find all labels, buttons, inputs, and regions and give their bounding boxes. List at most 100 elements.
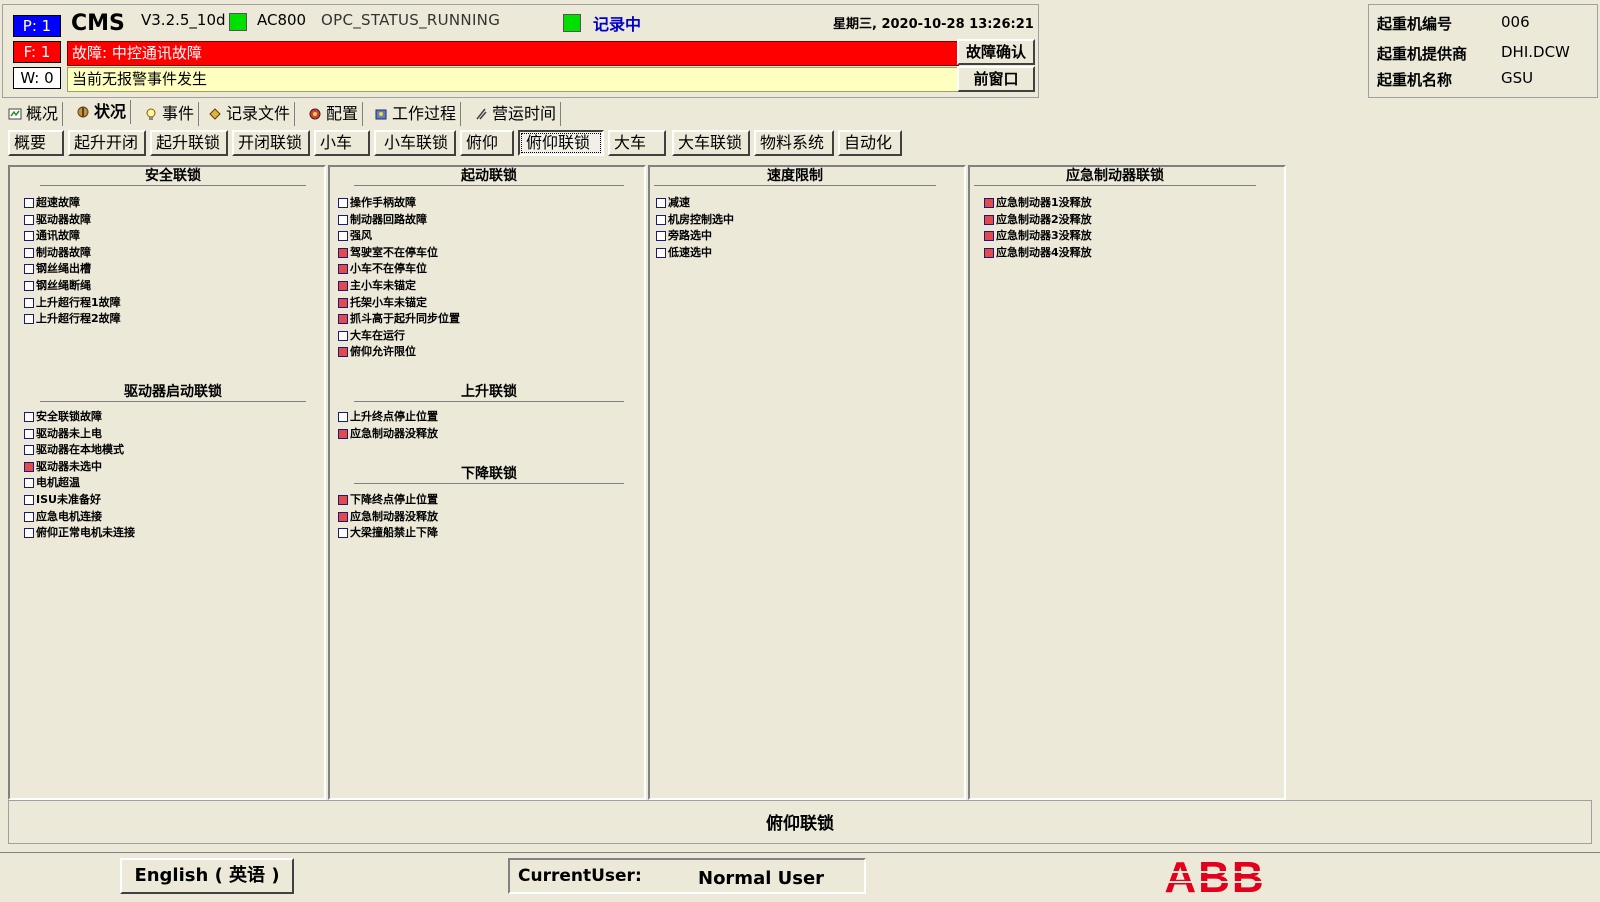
svg-text:ABB: ABB xyxy=(1164,853,1265,898)
crane-number-label: 起重机编号 xyxy=(1377,15,1453,33)
tab-work-process[interactable]: 工作过程 xyxy=(370,102,462,126)
tab-overview[interactable]: 概况 xyxy=(4,102,64,126)
subtab-hoist-open-close[interactable]: 起升开闭 xyxy=(68,130,146,156)
subtab-automation[interactable]: 自动化 xyxy=(838,130,902,156)
recording-status-light xyxy=(563,14,581,32)
tab-overview-label: 概况 xyxy=(26,104,59,123)
interlock-item-label: 上升超行程2故障 xyxy=(36,312,121,326)
interlock-active-indicator xyxy=(338,281,348,291)
interlock-inactive-indicator xyxy=(24,247,34,258)
interlock-item: 应急制动器没释放 xyxy=(338,426,438,442)
interlock-item-label: 应急制动器2没释放 xyxy=(996,212,1092,226)
interlock-item-label: 上升超行程1故障 xyxy=(36,295,121,309)
interlock-item-label: 抓斗高于起升同步位置 xyxy=(350,312,460,326)
section-title-speed: 速度限制 xyxy=(654,167,936,186)
interlock-item-label: 强风 xyxy=(350,229,372,243)
section-title-safety: 安全联锁 xyxy=(40,167,306,186)
status-header: P: 1 F: 1 W: 0 CMS V3.2.5_10d AC800 OPC_… xyxy=(2,4,1039,98)
interlock-item-label: 托架小车未锚定 xyxy=(350,295,427,309)
tab-operation-time[interactable]: 营运时间 xyxy=(470,102,562,126)
subtab-trolley[interactable]: 小车 xyxy=(314,130,370,156)
tab-event[interactable]: 事件 xyxy=(140,102,200,126)
interlock-active-indicator xyxy=(24,461,34,472)
interlock-inactive-indicator xyxy=(24,214,34,225)
connection-status-light xyxy=(229,13,247,31)
overview-icon xyxy=(8,108,22,120)
interlock-active-indicator xyxy=(984,214,994,225)
interlock-active-indicator xyxy=(338,247,348,258)
interlock-active-indicator xyxy=(338,297,348,308)
subtab-boom[interactable]: 俯仰 xyxy=(460,130,514,156)
interlock-item: 俯仰允许限位 xyxy=(338,344,416,360)
subtab-gantry-interlock[interactable]: 大车联锁 xyxy=(672,130,750,156)
interlock-item: 机房控制选中 xyxy=(656,212,734,228)
p-indicator: P: 1 xyxy=(13,15,61,37)
interlock-inactive-indicator xyxy=(338,214,348,225)
interlock-inactive-indicator xyxy=(656,214,666,225)
config-icon xyxy=(309,108,321,120)
current-user-label: CurrentUser: xyxy=(518,866,642,886)
subtab-trolley-interlock[interactable]: 小车联锁 xyxy=(374,130,456,156)
interlock-item-label: 驱动器未上电 xyxy=(36,426,102,440)
status-line-text: 俯仰联锁 xyxy=(766,814,834,834)
event-bulb-icon xyxy=(146,108,156,120)
section-title-raise: 上升联锁 xyxy=(354,383,624,402)
interlock-inactive-indicator xyxy=(24,428,34,439)
tab-status-label: 状况 xyxy=(94,102,127,121)
interlock-inactive-indicator xyxy=(338,528,348,539)
interlock-item-label: ISU未准备好 xyxy=(36,493,101,506)
interlock-active-indicator xyxy=(984,198,994,208)
tab-record-file-label: 记录文件 xyxy=(226,104,291,123)
version-label: V3.2.5_10d xyxy=(141,11,226,29)
interlock-item-label: 通讯故障 xyxy=(36,229,80,243)
current-user-box: CurrentUser: Normal User xyxy=(508,858,866,894)
subtab-material-system[interactable]: 物料系统 xyxy=(754,130,834,156)
subtab-hoist-interlock[interactable]: 起升联锁 xyxy=(150,130,228,156)
interlock-item-label: 应急制动器1没释放 xyxy=(996,196,1092,209)
front-window-button[interactable]: 前窗口 xyxy=(957,66,1035,92)
subtab-open-close-interlock[interactable]: 开闭联锁 xyxy=(232,130,310,156)
interlock-item-label: 大梁撞船禁止下降 xyxy=(350,526,438,540)
interlock-item-label: 应急电机连接 xyxy=(36,509,102,523)
tab-config[interactable]: 配置 xyxy=(304,102,364,126)
interlock-inactive-indicator xyxy=(24,495,34,505)
section-title-drive-start: 驱动器启动联锁 xyxy=(40,383,306,402)
subtab-summary[interactable]: 概要 xyxy=(8,130,64,156)
interlock-inactive-indicator xyxy=(338,330,348,341)
interlock-active-indicator xyxy=(984,231,994,242)
interlock-item: 俯仰正常电机未连接 xyxy=(24,525,135,541)
subtab-gantry[interactable]: 大车 xyxy=(608,130,666,156)
tab-record-file[interactable]: 记录文件 xyxy=(204,102,296,126)
interlock-item-label: 俯仰允许限位 xyxy=(350,345,416,359)
language-button[interactable]: English ( 英语 ) xyxy=(120,858,294,894)
interlock-item: 上升超行程2故障 xyxy=(24,311,121,327)
interlock-item: 小车不在停车位 xyxy=(338,261,427,277)
interlock-item-label: 安全联锁故障 xyxy=(36,410,102,423)
interlock-item: 安全联锁故障 xyxy=(24,409,102,425)
tab-status[interactable]: 状况 xyxy=(72,100,132,124)
interlock-item-label: 驱动器未选中 xyxy=(36,459,102,473)
interlock-item-label: 应急制动器4没释放 xyxy=(996,245,1092,259)
interlock-item: 大梁撞船禁止下降 xyxy=(338,525,438,541)
fault-ack-button[interactable]: 故障确认 xyxy=(957,39,1035,65)
interlock-item-label: 俯仰正常电机未连接 xyxy=(36,526,135,540)
interlock-inactive-indicator xyxy=(24,281,34,291)
interlock-item: 上升超行程1故障 xyxy=(24,295,121,311)
abb-logo: ABB xyxy=(1160,852,1270,902)
current-user-value: Normal User xyxy=(698,868,825,889)
interlock-inactive-indicator xyxy=(24,478,34,489)
interlock-item: 应急制动器没释放 xyxy=(338,509,438,525)
subtab-boom-interlock[interactable]: 俯仰联锁 xyxy=(518,130,604,156)
interlock-item: 应急制动器4没释放 xyxy=(984,245,1092,261)
interlock-item-label: 制动器回路故障 xyxy=(350,212,427,226)
tab-work-process-label: 工作过程 xyxy=(392,104,457,123)
crane-number-value: 006 xyxy=(1501,13,1530,31)
crane-supplier-value: DHI.DCW xyxy=(1501,43,1570,61)
interlock-inactive-indicator xyxy=(24,198,34,208)
interlock-item: 操作手柄故障 xyxy=(338,195,416,211)
interlock-item: 上升终点停止位置 xyxy=(338,409,438,425)
tab-operation-time-label: 营运时间 xyxy=(492,104,557,123)
interlock-inactive-indicator xyxy=(656,247,666,258)
interlock-item: 旁路选中 xyxy=(656,228,712,244)
interlock-inactive-indicator xyxy=(338,231,348,242)
